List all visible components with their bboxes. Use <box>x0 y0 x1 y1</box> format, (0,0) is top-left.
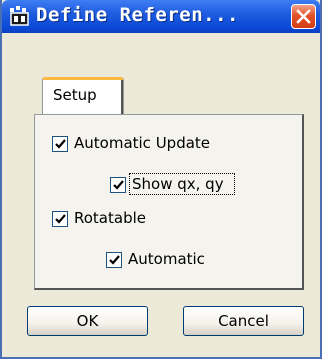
rotatable-label: Rotatable <box>74 209 146 227</box>
automatic-update-label: Automatic Update <box>74 134 211 152</box>
show-qx-qy-checkbox[interactable] <box>110 177 126 193</box>
show-qx-qy-label: Show qx, qy <box>132 175 224 193</box>
checkmark-icon <box>113 180 124 190</box>
tab-setup-label: Setup <box>53 86 97 104</box>
checkmark-icon <box>55 139 66 149</box>
cancel-button[interactable]: Cancel <box>183 306 304 336</box>
dialog-window: Define Referen... Setup Automatic Update… <box>0 0 322 359</box>
close-x-icon <box>296 9 311 24</box>
close-button[interactable] <box>291 4 316 29</box>
ok-button[interactable]: OK <box>27 306 148 336</box>
title-bar[interactable]: Define Referen... <box>2 0 320 33</box>
automatic-checkbox[interactable] <box>106 252 122 268</box>
tab-edge-shadow <box>121 80 123 115</box>
window-title: Define Referen... <box>36 4 239 26</box>
automatic-update-checkbox[interactable] <box>52 136 68 152</box>
checkmark-icon <box>55 214 66 224</box>
automatic-label: Automatic <box>128 250 205 268</box>
rotatable-checkbox[interactable] <box>52 211 68 227</box>
app-window-icon <box>10 6 29 26</box>
checkmark-icon <box>109 255 120 265</box>
tab-setup[interactable]: Setup <box>42 77 124 115</box>
